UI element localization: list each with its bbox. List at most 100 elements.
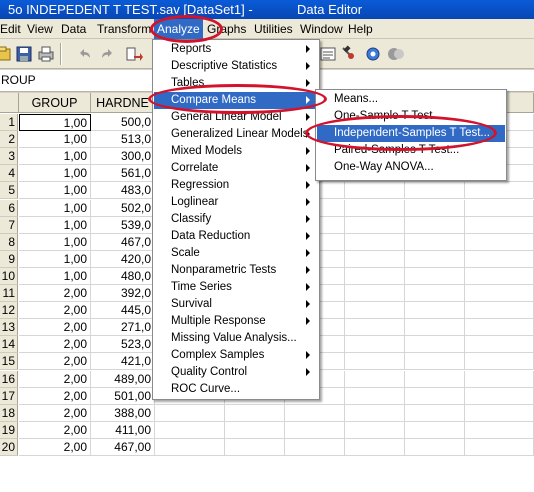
row-header[interactable]: 7 bbox=[0, 216, 18, 234]
cell-hardness[interactable]: 480,0 bbox=[91, 267, 155, 285]
cell-hardness[interactable]: 513,0 bbox=[91, 131, 155, 149]
cell-empty[interactable] bbox=[465, 404, 534, 422]
analyze-menu-item[interactable]: Reports bbox=[154, 41, 318, 58]
cell-empty[interactable] bbox=[465, 438, 534, 456]
cell-group[interactable]: 2,00 bbox=[19, 387, 91, 405]
analyze-menu-item[interactable]: Correlate bbox=[154, 160, 318, 177]
row-header[interactable]: 10 bbox=[0, 267, 18, 285]
cell-group[interactable]: 2,00 bbox=[19, 404, 91, 422]
row-header[interactable]: 4 bbox=[0, 165, 18, 183]
window-title-bar[interactable]: 5o INDEPEDENT T TEST.sav [DataSet1] - Da… bbox=[0, 0, 534, 19]
cell-empty[interactable] bbox=[225, 438, 285, 456]
cell-empty[interactable] bbox=[345, 421, 405, 439]
row-header[interactable]: 19 bbox=[0, 421, 18, 439]
cell-empty[interactable] bbox=[405, 285, 465, 302]
cell-group[interactable]: 2,00 bbox=[19, 438, 91, 456]
analyze-menu-item[interactable]: Regression bbox=[154, 177, 318, 194]
cell-empty[interactable] bbox=[465, 421, 534, 439]
menu-view[interactable]: View bbox=[24, 19, 56, 39]
row-header[interactable]: 11 bbox=[0, 285, 18, 302]
analyze-menu-item[interactable]: Missing Value Analysis... bbox=[154, 330, 318, 347]
cell-hardness[interactable]: 467,00 bbox=[91, 438, 155, 456]
cell-group[interactable]: 1,00 bbox=[19, 148, 91, 166]
analyze-menu-item[interactable]: Scale bbox=[154, 245, 318, 262]
print-icon[interactable] bbox=[36, 44, 56, 64]
compare-means-menu-item[interactable]: One-Way ANOVA... bbox=[317, 159, 505, 176]
cell-hardness[interactable]: 445,0 bbox=[91, 302, 155, 320]
analyze-menu-item[interactable]: Tables bbox=[154, 75, 318, 92]
cell-empty[interactable] bbox=[405, 319, 465, 337]
redo-icon[interactable] bbox=[98, 44, 118, 64]
cell-empty[interactable] bbox=[405, 199, 465, 217]
cell-empty[interactable] bbox=[405, 302, 465, 320]
analyze-menu-item[interactable]: Multiple Response bbox=[154, 313, 318, 330]
cell-hardness[interactable]: 539,0 bbox=[91, 216, 155, 234]
cell-hardness[interactable]: 489,00 bbox=[91, 370, 155, 388]
cell-group[interactable]: 2,00 bbox=[19, 336, 91, 354]
cell-empty[interactable] bbox=[345, 285, 405, 302]
menu-analyze[interactable]: Analyze bbox=[154, 19, 203, 39]
row-header[interactable]: 15 bbox=[0, 353, 18, 371]
cell-empty[interactable] bbox=[465, 336, 534, 354]
cell-empty[interactable] bbox=[155, 404, 225, 422]
cell-empty[interactable] bbox=[465, 199, 534, 217]
column-header-group[interactable]: GROUP bbox=[19, 93, 91, 113]
cell-empty[interactable] bbox=[465, 370, 534, 388]
cell-empty[interactable] bbox=[405, 216, 465, 234]
cell-empty[interactable] bbox=[405, 233, 465, 251]
row-header[interactable]: 9 bbox=[0, 250, 18, 268]
cell-group[interactable]: 2,00 bbox=[19, 353, 91, 371]
cell-empty[interactable] bbox=[405, 387, 465, 405]
variable-name-box[interactable]: ROUP bbox=[1, 73, 36, 87]
analyze-menu-item[interactable]: Mixed Models bbox=[154, 143, 318, 160]
row-header[interactable]: 20 bbox=[0, 438, 18, 456]
analyze-menu-item[interactable]: General Linear Model bbox=[154, 109, 318, 126]
compare-means-menu-item[interactable]: Paired-Samples T Test... bbox=[317, 142, 505, 159]
cell-empty[interactable] bbox=[345, 182, 405, 200]
cell-empty[interactable] bbox=[405, 336, 465, 354]
cell-empty[interactable] bbox=[405, 404, 465, 422]
cell-empty[interactable] bbox=[345, 387, 405, 405]
analyze-menu-item[interactable]: Data Reduction bbox=[154, 228, 318, 245]
analyze-menu-item[interactable]: Classify bbox=[154, 211, 318, 228]
row-header[interactable]: 17 bbox=[0, 387, 18, 405]
cell-hardness[interactable]: 502,0 bbox=[91, 199, 155, 217]
cell-empty[interactable] bbox=[155, 438, 225, 456]
cell-group[interactable]: 2,00 bbox=[19, 285, 91, 302]
cell-empty[interactable] bbox=[225, 421, 285, 439]
cell-empty[interactable] bbox=[465, 319, 534, 337]
use-sets-icon[interactable] bbox=[386, 44, 406, 64]
cell-hardness[interactable]: 467,0 bbox=[91, 233, 155, 251]
cell-empty[interactable] bbox=[405, 267, 465, 285]
cell-hardness[interactable]: 500,0 bbox=[91, 114, 155, 131]
cell-group[interactable]: 1,00 bbox=[19, 250, 91, 268]
variables-icon[interactable] bbox=[318, 44, 338, 64]
cell-group[interactable]: 1,00 bbox=[19, 267, 91, 285]
cell-group[interactable]: 1,00 bbox=[19, 182, 91, 200]
cell-group[interactable]: 1,00 bbox=[19, 216, 91, 234]
cell-empty[interactable] bbox=[465, 182, 534, 200]
analyze-menu-item[interactable]: Time Series bbox=[154, 279, 318, 296]
cell-empty[interactable] bbox=[405, 438, 465, 456]
row-header[interactable]: 13 bbox=[0, 319, 18, 337]
cell-empty[interactable] bbox=[285, 404, 345, 422]
cell-empty[interactable] bbox=[405, 421, 465, 439]
analyze-menu-item[interactable]: Survival bbox=[154, 296, 318, 313]
analyze-menu-item[interactable]: Complex Samples bbox=[154, 347, 318, 364]
cell-empty[interactable] bbox=[465, 353, 534, 371]
cell-empty[interactable] bbox=[345, 336, 405, 354]
compare-means-menu-item[interactable]: One-Sample T Test... bbox=[317, 108, 505, 125]
cell-hardness[interactable]: 421,0 bbox=[91, 353, 155, 371]
cell-hardness[interactable]: 300,0 bbox=[91, 148, 155, 166]
save-icon[interactable] bbox=[14, 44, 34, 64]
cell-hardness[interactable]: 523,0 bbox=[91, 336, 155, 354]
cell-empty[interactable] bbox=[465, 233, 534, 251]
cell-empty[interactable] bbox=[345, 250, 405, 268]
compare-means-menu-item[interactable]: Independent-Samples T Test... bbox=[317, 125, 505, 142]
cell-empty[interactable] bbox=[345, 216, 405, 234]
cell-empty[interactable] bbox=[225, 404, 285, 422]
row-header[interactable]: 14 bbox=[0, 336, 18, 354]
analyze-menu-item[interactable]: Nonparametric Tests bbox=[154, 262, 318, 279]
cell-hardness[interactable]: 392,0 bbox=[91, 285, 155, 302]
cell-group[interactable]: 2,00 bbox=[19, 421, 91, 439]
